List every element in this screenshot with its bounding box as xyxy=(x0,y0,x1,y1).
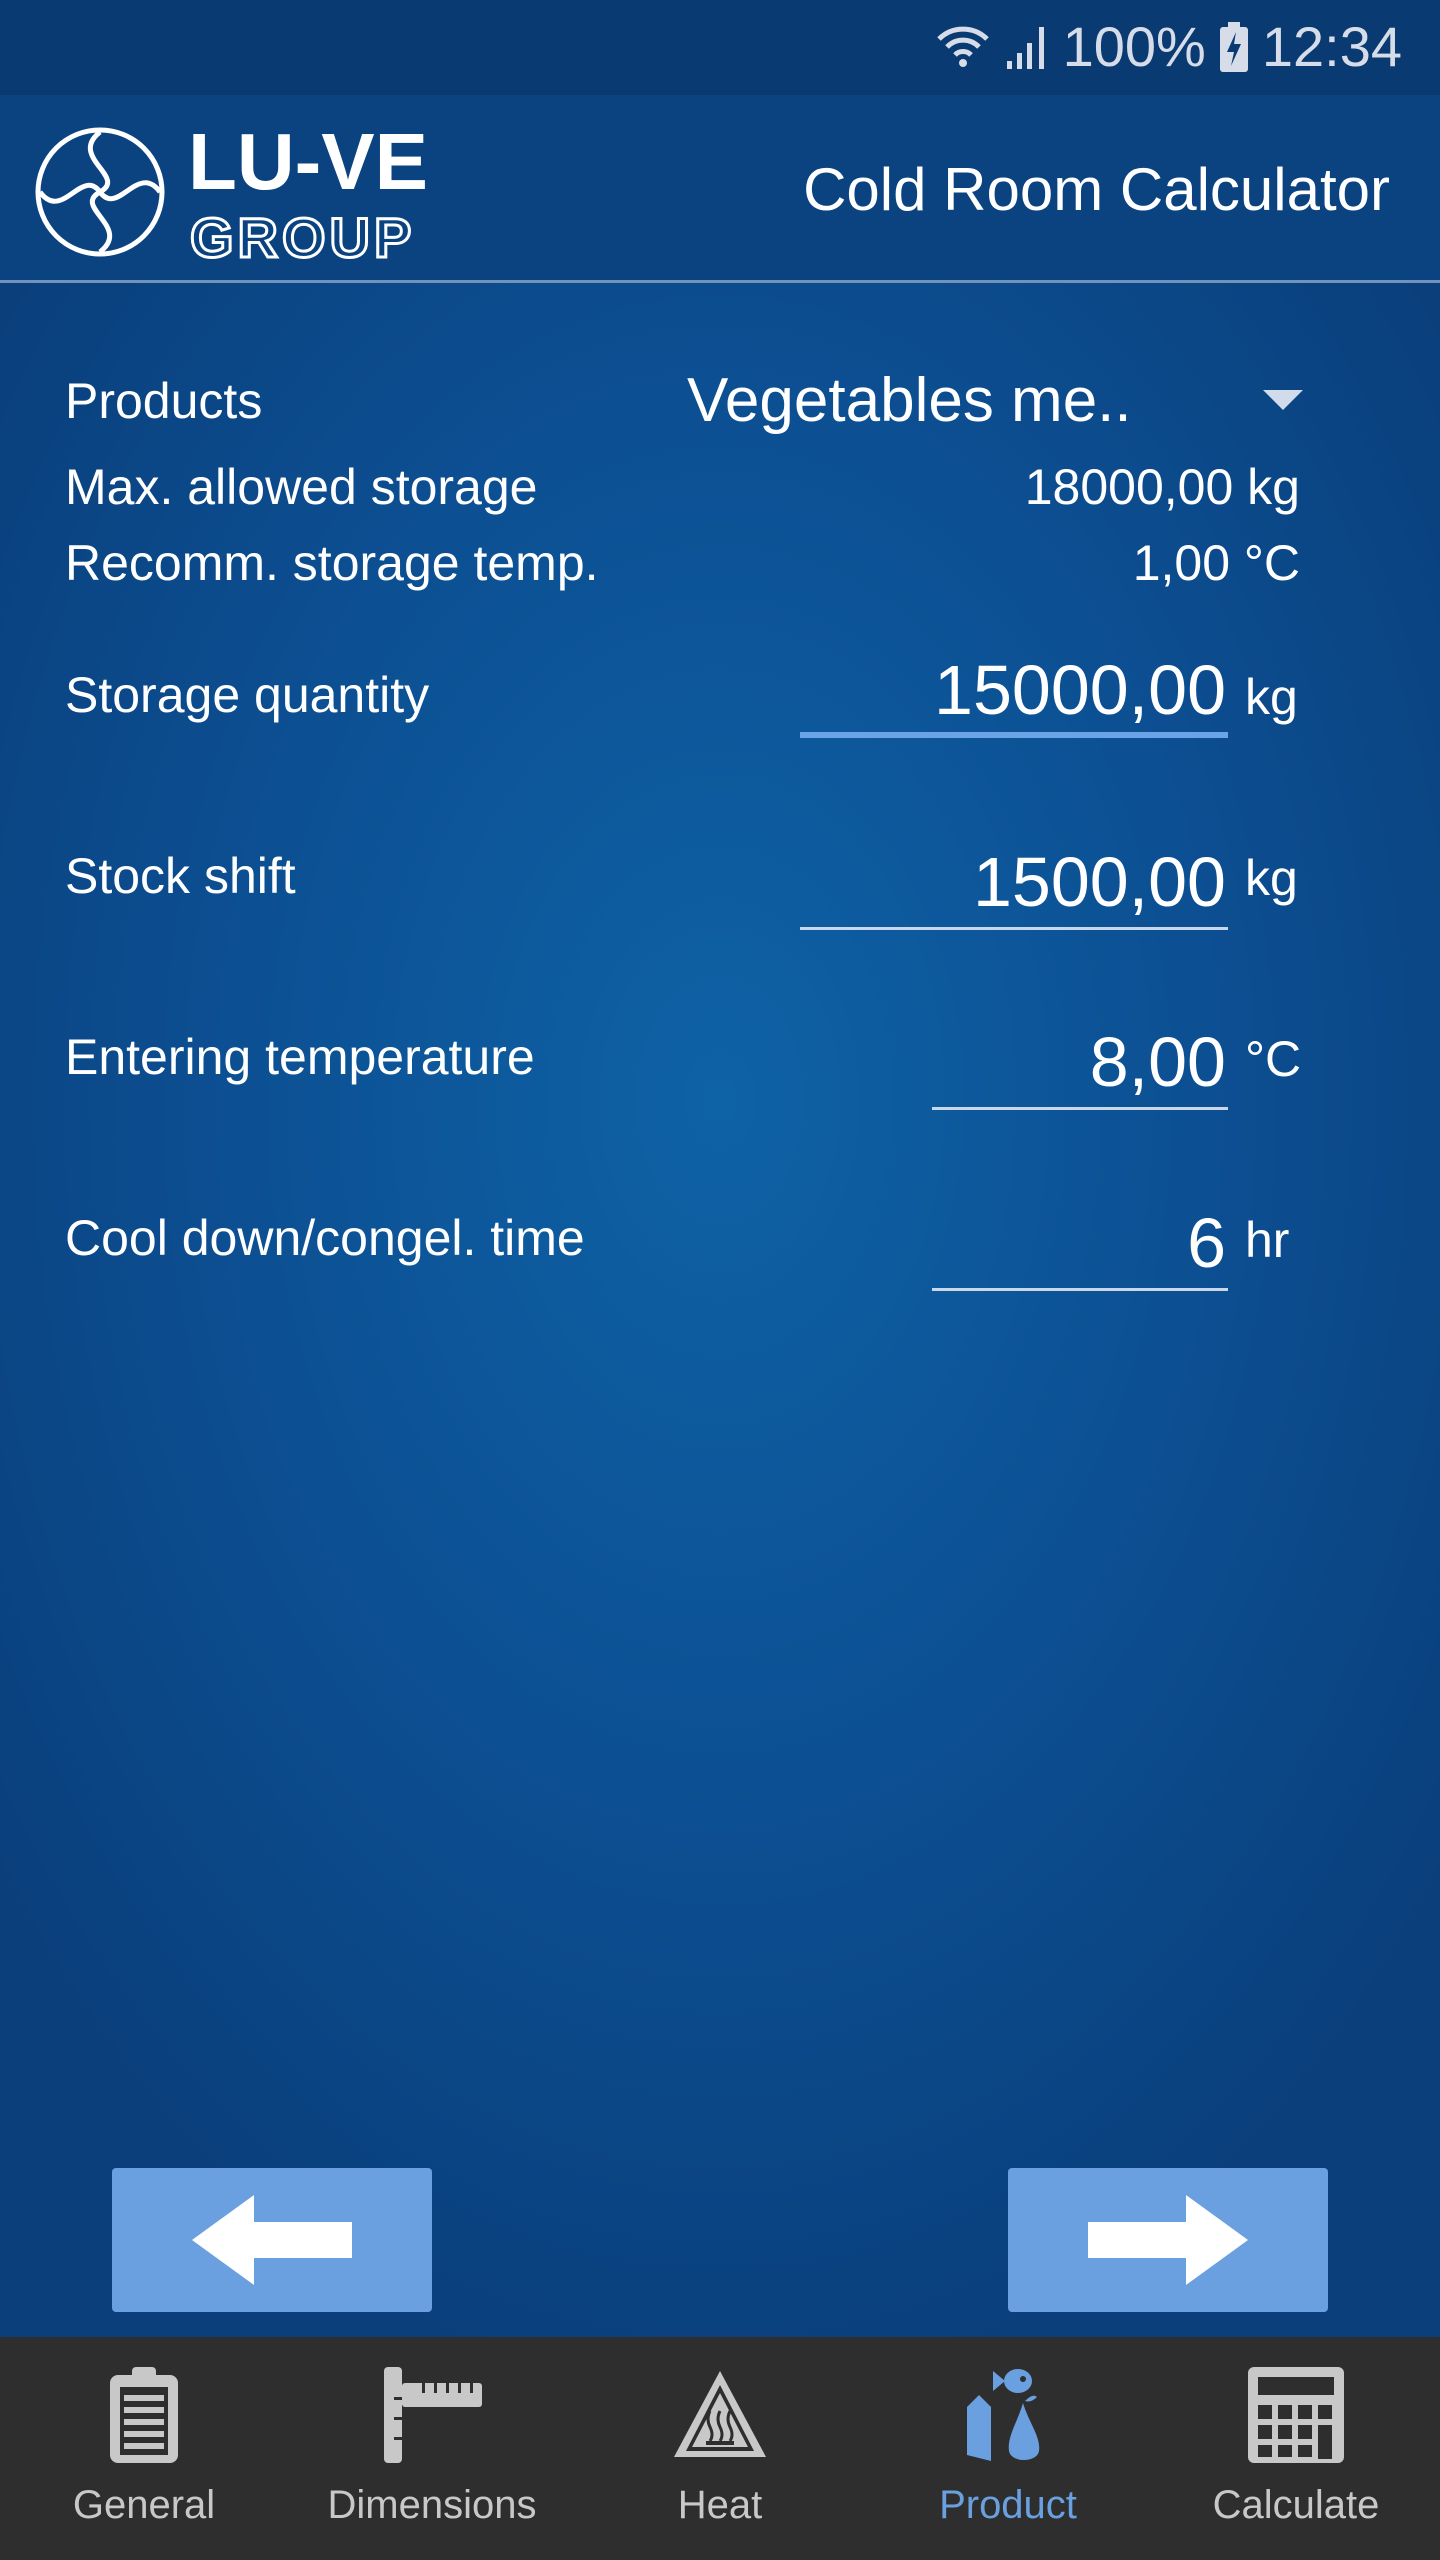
entering-temp-input[interactable]: 8,00 xyxy=(932,1022,1228,1110)
stock-shift-label: Stock shift xyxy=(65,848,296,904)
cool-down-label: Cool down/congel. time xyxy=(65,1210,585,1266)
entering-temp-unit: °C xyxy=(1245,1031,1302,1087)
bottom-nav: General Dimensions Heat Product Calculat… xyxy=(0,2337,1440,2560)
battery-percent: 100% xyxy=(1062,15,1206,78)
dropdown-arrow-icon xyxy=(1263,390,1303,410)
next-button[interactable] xyxy=(1008,2168,1328,2312)
heat-warning-icon xyxy=(674,2371,766,2457)
tab-calculate[interactable]: Calculate xyxy=(1152,2337,1440,2560)
products-dropdown[interactable]: Vegetables me.. xyxy=(687,365,1307,445)
recomm-temp-label: Recomm. storage temp. xyxy=(65,535,599,591)
arrow-left-icon xyxy=(192,2195,352,2285)
arrow-right-icon xyxy=(1088,2195,1248,2285)
page-title: Cold Room Calculator xyxy=(803,156,1390,223)
storage-quantity-label: Storage quantity xyxy=(65,667,430,723)
lu-ve-logo: LU-VE GROUP xyxy=(35,117,428,267)
products-label: Products xyxy=(65,373,263,429)
entering-temp-label: Entering temperature xyxy=(65,1029,535,1085)
wifi-icon xyxy=(936,26,989,67)
svg-text:LU-VE: LU-VE xyxy=(188,117,428,206)
tab-calculate-label: Calculate xyxy=(1212,2483,1380,2527)
stock-shift-input[interactable]: 1500,00 xyxy=(800,842,1228,930)
products-selected-value: Vegetables me.. xyxy=(687,366,1132,435)
stock-shift-unit: kg xyxy=(1245,850,1298,906)
battery-charging-icon xyxy=(1219,21,1248,72)
status-bar: 100% 12:34 xyxy=(0,0,1440,95)
cool-down-unit: hr xyxy=(1245,1212,1290,1268)
cool-down-input[interactable]: 6 xyxy=(932,1203,1228,1291)
calculator-icon xyxy=(1248,2367,1344,2463)
signal-icon xyxy=(1006,26,1044,69)
tab-dimensions[interactable]: Dimensions xyxy=(288,2337,576,2560)
max-storage-label: Max. allowed storage xyxy=(65,459,538,515)
clipboard-icon xyxy=(110,2367,178,2463)
ruler-icon xyxy=(384,2367,482,2463)
tab-dimensions-label: Dimensions xyxy=(327,2483,537,2527)
tab-general[interactable]: General xyxy=(0,2337,288,2560)
tab-general-label: General xyxy=(72,2483,216,2527)
tab-product[interactable]: Product xyxy=(864,2337,1152,2560)
back-button[interactable] xyxy=(112,2168,432,2312)
storage-quantity-unit: kg xyxy=(1245,669,1298,725)
tab-product-label: Product xyxy=(939,2483,1077,2527)
app-header: LU-VE GROUP Cold Room Calculator xyxy=(0,95,1440,283)
product-food-icon xyxy=(967,2369,1040,2461)
storage-quantity-input[interactable]: 15000,00 xyxy=(800,650,1228,738)
tab-heat-label: Heat xyxy=(677,2483,763,2527)
recomm-temp-value: 1,00 °C xyxy=(1132,535,1300,591)
max-storage-value: 18000,00 kg xyxy=(1024,459,1300,515)
clock: 12:34 xyxy=(1261,15,1402,78)
svg-text:GROUP: GROUP xyxy=(190,206,415,267)
tab-heat[interactable]: Heat xyxy=(576,2337,864,2560)
